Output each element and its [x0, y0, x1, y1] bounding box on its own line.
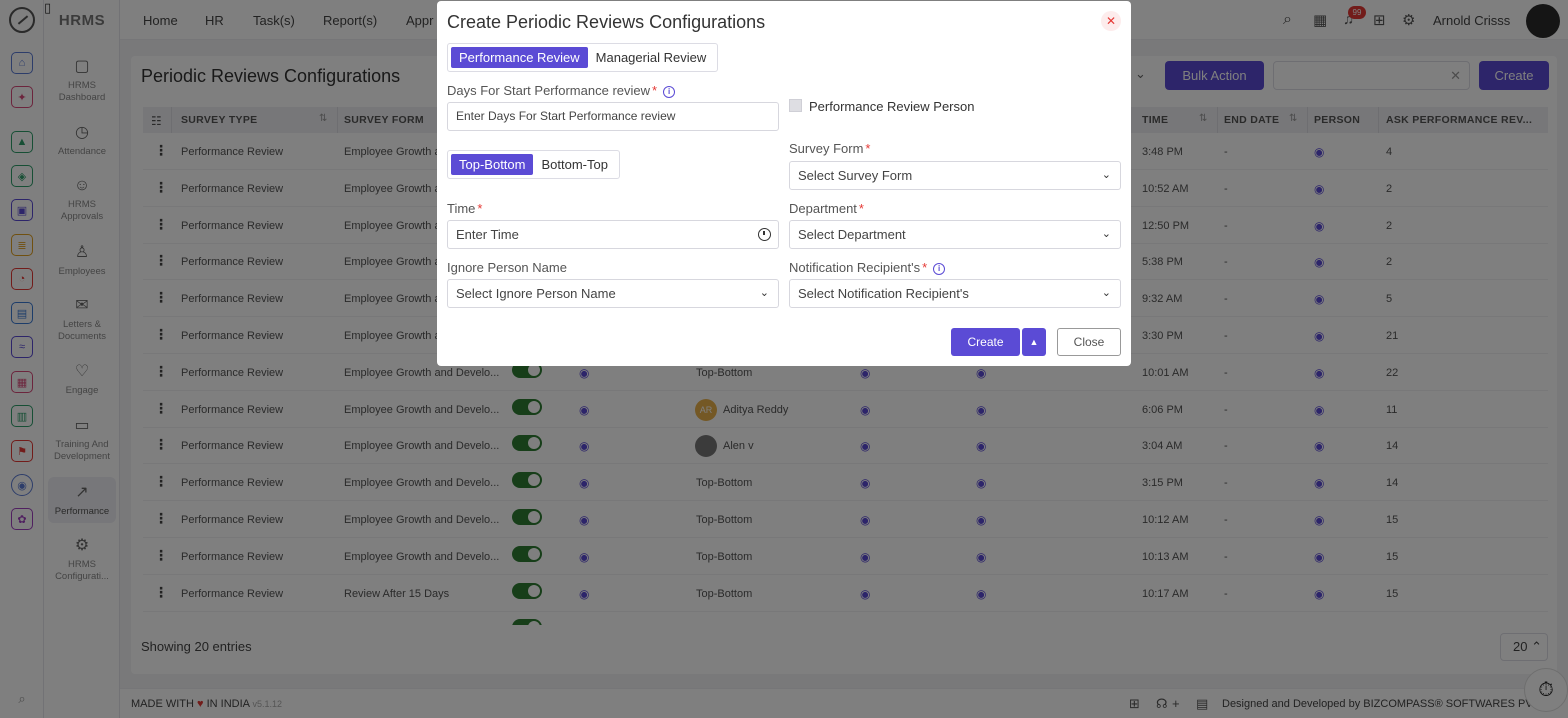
time-label: Time *	[447, 201, 482, 216]
recipient-label: Notification Recipient's * i	[789, 260, 946, 275]
department-label: Department *	[789, 201, 864, 216]
review-type-toggle: Performance Review Managerial Review	[447, 43, 719, 72]
required-mark: *	[652, 83, 658, 98]
survey-form-label: Survey Form *	[789, 141, 870, 156]
survey-form-label-text: Survey Form	[789, 141, 864, 156]
performance-review-person-checkbox[interactable]	[789, 99, 802, 112]
recipient-select[interactable]: Select Notification Recipient's ⌄	[789, 279, 1121, 308]
chevron-down-icon: ⌄	[1101, 169, 1111, 181]
recipient-value: Select Notification Recipient's	[798, 286, 969, 301]
info-icon[interactable]: i	[933, 263, 946, 275]
time-label-text: Time	[447, 201, 476, 216]
modal-title: Create Periodic Reviews Configurations	[447, 12, 766, 32]
create-submit-button[interactable]: Create	[951, 328, 1020, 356]
tab-bottom-top[interactable]: Bottom-Top	[533, 154, 615, 175]
department-label-text: Department	[789, 201, 857, 216]
chevron-down-icon: ⌄	[1101, 287, 1111, 299]
close-icon[interactable]: ✕	[1101, 11, 1121, 31]
tab-top-bottom[interactable]: Top-Bottom	[451, 154, 534, 175]
time-placeholder: Enter Time	[456, 227, 519, 242]
order-toggle: Top-Bottom Bottom-Top	[447, 150, 620, 179]
days-label: Days For Start Performance review * i	[447, 83, 676, 98]
time-input[interactable]: Enter Time	[447, 220, 779, 249]
department-value: Select Department	[798, 227, 906, 242]
recipient-label-text: Notification Recipient's	[789, 260, 921, 275]
ignore-person-value: Select Ignore Person Name	[456, 286, 616, 301]
required-mark: *	[477, 201, 483, 216]
survey-form-select[interactable]: Select Survey Form ⌄	[789, 161, 1121, 190]
tab-managerial-review[interactable]: Managerial Review	[588, 47, 715, 68]
survey-form-value: Select Survey Form	[798, 168, 913, 183]
performance-review-person-label: Performance Review Person	[809, 99, 975, 114]
close-button[interactable]: Close	[1057, 328, 1121, 356]
create-config-modal: Create Periodic Reviews Configurations ✕…	[437, 1, 1131, 366]
clock-icon[interactable]	[758, 228, 771, 241]
ignore-person-label: Ignore Person Name	[447, 260, 567, 275]
required-mark: *	[858, 201, 864, 216]
days-label-text: Days For Start Performance review	[447, 83, 651, 98]
required-mark: *	[922, 260, 928, 275]
required-mark: *	[865, 141, 871, 156]
days-input[interactable]: Enter Days For Start Performance review	[447, 102, 779, 131]
chevron-down-icon: ⌄	[1101, 228, 1111, 240]
caret-up-icon[interactable]: ▲	[1022, 328, 1046, 356]
info-icon[interactable]: i	[663, 86, 676, 98]
department-select[interactable]: Select Department ⌄	[789, 220, 1121, 249]
tab-performance-review[interactable]: Performance Review	[451, 47, 588, 68]
chevron-down-icon: ⌄	[759, 287, 769, 299]
ignore-person-select[interactable]: Select Ignore Person Name ⌄	[447, 279, 779, 308]
